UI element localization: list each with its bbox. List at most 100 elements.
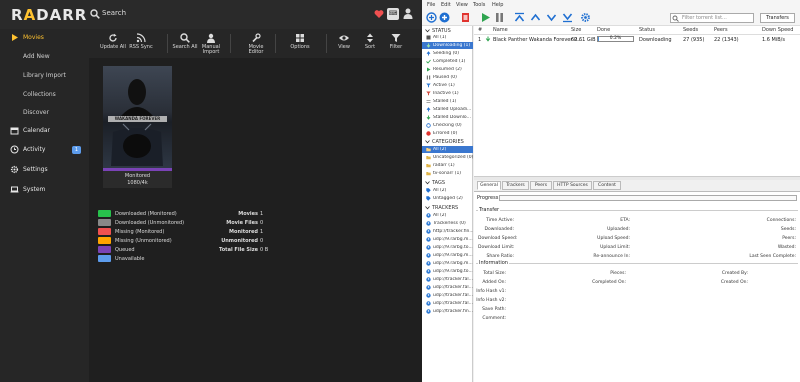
nav-library-import[interactable]: Library Import bbox=[0, 67, 89, 85]
status-downloading[interactable]: Downloading (1) bbox=[422, 42, 473, 49]
move-down-icon[interactable] bbox=[546, 12, 557, 23]
tracker-item[interactable]: udp://tracker.fin... bbox=[422, 308, 473, 315]
status-stalled-downloading[interactable]: Stalled Downlo... bbox=[422, 114, 473, 121]
tracker-item[interactable]: udp://tracker.fal... bbox=[422, 300, 473, 307]
rss-sync-button[interactable]: RSS Sync bbox=[128, 31, 154, 56]
tracker-item[interactable]: udp://9.rarbg.to... bbox=[422, 244, 473, 251]
tracker-item[interactable]: udp://9.rarbg.m... bbox=[422, 260, 473, 267]
tag-untagged[interactable]: Untagged (2) bbox=[422, 195, 473, 202]
status-completed[interactable]: Completed (1) bbox=[422, 58, 473, 65]
status-seeding[interactable]: Seeding (0) bbox=[422, 50, 473, 57]
tracker-item[interactable]: udp://tracker.fal... bbox=[422, 284, 473, 291]
tracker-item[interactable]: Trackerless (0) bbox=[422, 220, 473, 227]
categories-section-header[interactable]: CATEGORIES bbox=[422, 138, 473, 145]
sort-button[interactable]: Sort bbox=[361, 31, 379, 56]
column-header-name[interactable]: Name bbox=[493, 27, 508, 33]
nav-add-new[interactable]: Add New bbox=[0, 48, 89, 66]
delete-icon[interactable] bbox=[460, 12, 471, 23]
tab-trackers[interactable]: Trackers bbox=[502, 181, 529, 190]
menu-file[interactable]: File bbox=[427, 2, 435, 8]
tab-general[interactable]: General bbox=[477, 181, 501, 190]
tracker-item[interactable]: udp://9.rarbg.m... bbox=[422, 252, 473, 259]
column-header-seeds[interactable]: Seeds bbox=[683, 27, 698, 33]
options-button[interactable]: Options bbox=[289, 31, 311, 56]
nav-system[interactable]: System bbox=[0, 181, 89, 199]
update-all-button[interactable]: Update All bbox=[99, 31, 127, 56]
status-resumed[interactable]: Resumed (2) bbox=[422, 66, 473, 73]
tracker-item[interactable]: http://tracker.fin... bbox=[422, 228, 473, 235]
category-tv-sonarr[interactable]: tv-sonarr (1) bbox=[422, 170, 473, 177]
column-header-status[interactable]: Status bbox=[639, 27, 655, 33]
tracker-item[interactable]: udp://9.rarbg.to... bbox=[422, 268, 473, 275]
category-radarr[interactable]: radarr (1) bbox=[422, 162, 473, 169]
column-header-size[interactable]: Size bbox=[571, 27, 581, 33]
view-button[interactable]: View bbox=[335, 31, 353, 56]
heart-icon[interactable] bbox=[374, 9, 384, 19]
tab-peers[interactable]: Peers bbox=[530, 181, 552, 190]
tags-section-header[interactable]: TAGS bbox=[422, 179, 473, 186]
search-input[interactable]: Search bbox=[102, 9, 126, 17]
status-checking[interactable]: Checking (0) bbox=[422, 122, 473, 129]
play-icon bbox=[12, 34, 18, 41]
column-header-down-speed[interactable]: Down Speed bbox=[762, 27, 793, 33]
legend-swatch bbox=[98, 255, 111, 262]
tab-http-sources[interactable]: HTTP Sources bbox=[553, 181, 592, 190]
menu-edit[interactable]: Edit bbox=[441, 2, 451, 8]
resume-icon[interactable] bbox=[480, 12, 491, 23]
column-header-peers[interactable]: Peers bbox=[714, 27, 728, 33]
move-bottom-icon[interactable] bbox=[562, 12, 573, 23]
tracker-item[interactable]: udp://tracker.fal... bbox=[422, 276, 473, 283]
item-label: All (1) bbox=[433, 35, 447, 40]
tag-all[interactable]: All (2) bbox=[422, 187, 473, 194]
column-header-num[interactable]: # bbox=[478, 27, 482, 33]
manual-import-button[interactable]: Manual Import bbox=[200, 31, 222, 56]
nav-activity[interactable]: Activity 1 bbox=[0, 141, 89, 159]
status-paused[interactable]: Paused (0) bbox=[422, 74, 473, 81]
status-stalled[interactable]: Stalled (1) bbox=[422, 98, 473, 105]
movie-editor-button[interactable]: Movie Editor bbox=[245, 31, 267, 56]
nav-settings[interactable]: Settings bbox=[0, 161, 89, 179]
nav-collections[interactable]: Collections bbox=[0, 86, 89, 104]
tab-content[interactable]: Content bbox=[593, 181, 621, 190]
trackers-section-header[interactable]: TRACKERS bbox=[422, 204, 473, 211]
keyboard-icon[interactable]: ⌨ bbox=[387, 8, 399, 20]
search-all-button[interactable]: Search All bbox=[171, 31, 199, 56]
pause-icon[interactable] bbox=[494, 12, 505, 23]
status-section-header[interactable]: STATUS bbox=[422, 27, 473, 34]
torrent-filter-input[interactable]: Filter torrent list... bbox=[670, 13, 754, 23]
options-gear-icon[interactable] bbox=[580, 12, 591, 23]
radarr-logo[interactable]: RADARR bbox=[11, 6, 86, 24]
nav-movies[interactable]: Movies bbox=[0, 29, 89, 47]
tracker-item[interactable]: udp://9.rarbg.m... bbox=[422, 236, 473, 243]
add-link-icon[interactable] bbox=[426, 12, 437, 23]
item-label: All (2) bbox=[433, 188, 447, 193]
nav-calendar[interactable]: Calendar bbox=[0, 122, 89, 140]
status-stalled-uploading[interactable]: Stalled Uploadi... bbox=[422, 106, 473, 113]
globe-icon bbox=[426, 261, 431, 266]
move-top-icon[interactable] bbox=[514, 12, 525, 23]
status-inactive[interactable]: Inactive (1) bbox=[422, 90, 473, 97]
menu-view[interactable]: View bbox=[456, 2, 468, 8]
move-up-icon[interactable] bbox=[530, 12, 541, 23]
category-all[interactable]: All (2) bbox=[422, 146, 473, 153]
column-header-done[interactable]: Done bbox=[597, 27, 610, 33]
movie-poster[interactable]: WAKANDA FOREVER bbox=[103, 66, 172, 168]
add-torrent-icon[interactable] bbox=[439, 12, 450, 23]
tracker-item[interactable]: All (2) bbox=[422, 212, 473, 219]
information-title: Information bbox=[478, 260, 509, 266]
filter-button[interactable]: Filter bbox=[387, 31, 405, 56]
section-label: TAGS bbox=[432, 180, 446, 186]
folder-icon bbox=[426, 156, 431, 160]
filter-funnel-icon bbox=[426, 91, 431, 96]
status-all[interactable]: All (1) bbox=[422, 34, 473, 41]
menu-help[interactable]: Help bbox=[492, 2, 503, 8]
status-errored[interactable]: Errored (0) bbox=[422, 130, 473, 137]
user-icon[interactable] bbox=[403, 8, 413, 19]
menu-tools[interactable]: Tools bbox=[473, 2, 485, 8]
nav-discover[interactable]: Discover bbox=[0, 104, 89, 122]
status-active[interactable]: Active (1) bbox=[422, 82, 473, 89]
category-uncategorized[interactable]: Uncategorized (0) bbox=[422, 154, 473, 161]
transfers-button[interactable]: Transfers bbox=[760, 13, 795, 23]
tracker-item[interactable]: udp://tracker.fal... bbox=[422, 292, 473, 299]
torrent-size: 60.61 GiB bbox=[571, 37, 596, 43]
